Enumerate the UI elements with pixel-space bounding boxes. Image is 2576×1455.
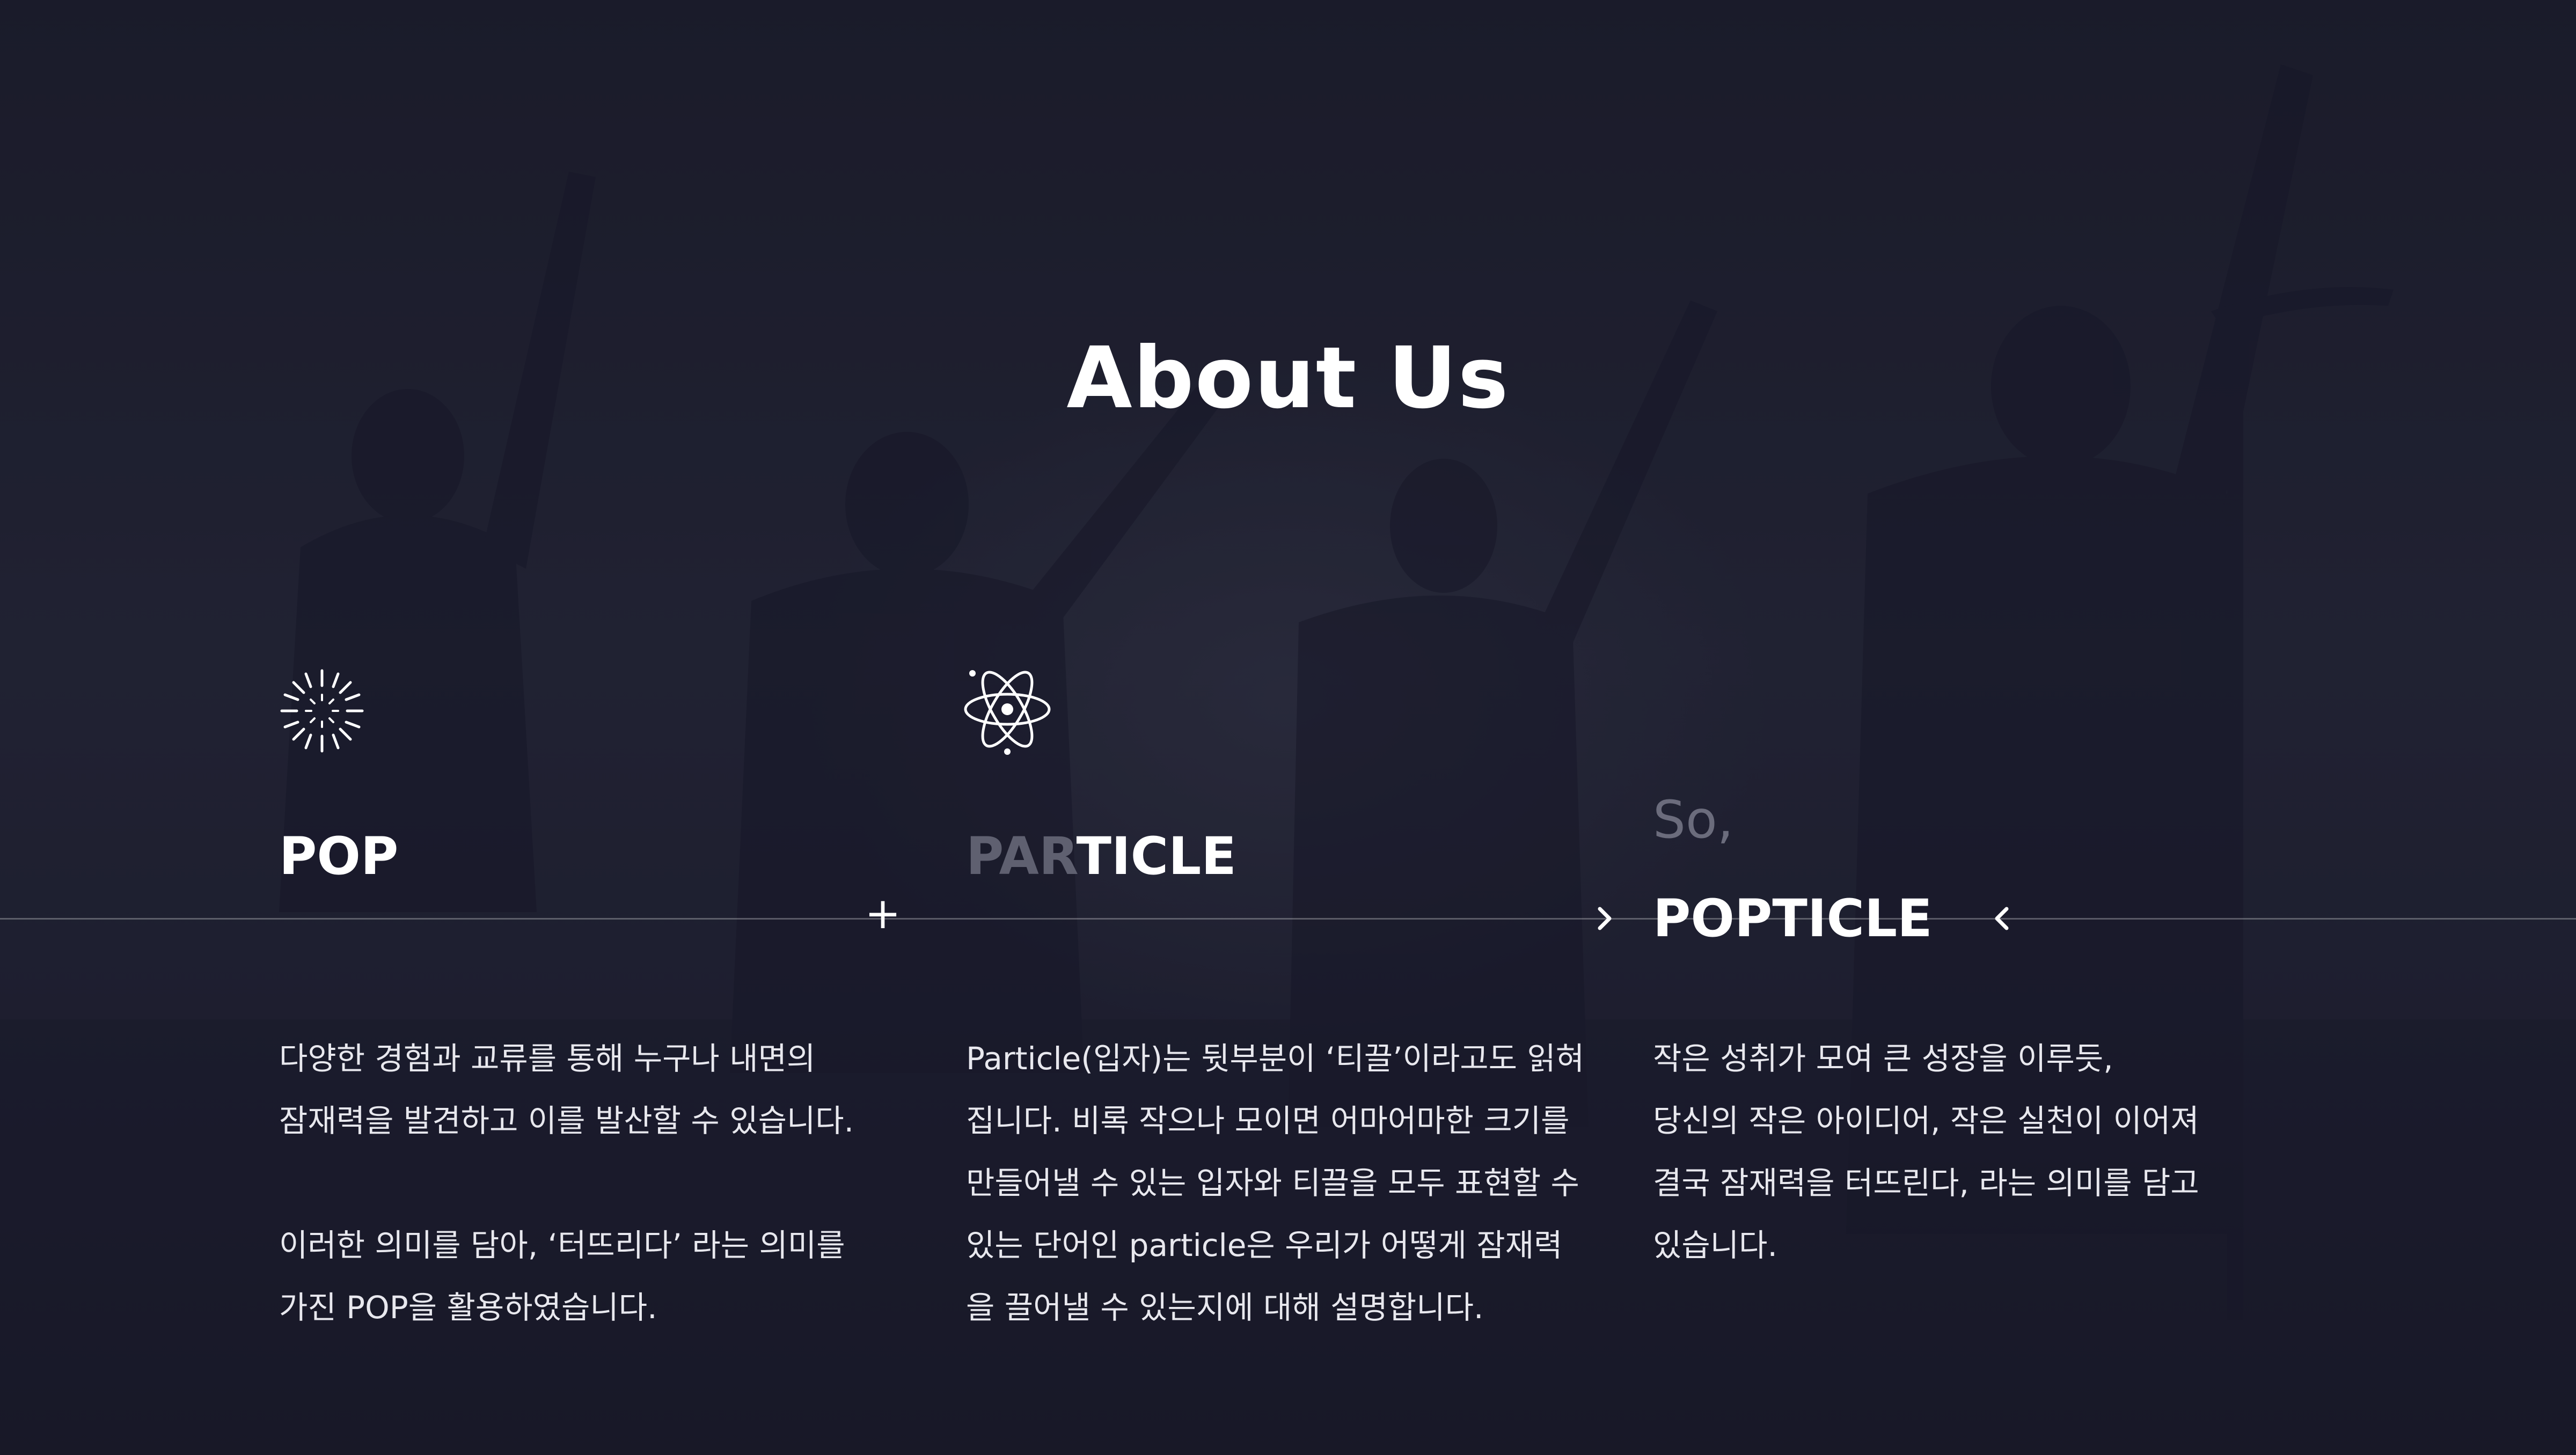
particle-heading: PARTICLE: [966, 831, 1236, 882]
popticle-line: 작은 성취가 모여 큰 성장을 이루듯,: [1653, 1040, 2113, 1077]
popticle-line: 결국 잠재력을 터뜨린다, 라는 의미를 담고: [1653, 1165, 2199, 1201]
popticle-line: 당신의 작은 아이디어, 작은 실천이 이어져: [1653, 1103, 2199, 1139]
particle-description: Particle(입자)는 뒷부분이 ‘티끌’이라고도 읽혀 집니다. 비록 작…: [966, 1027, 1584, 1339]
page-title: About Us: [1066, 328, 1510, 428]
pop-heading: POP: [279, 826, 399, 886]
pop-line: 이러한 의미를 담아, ‘터뜨리다’ 라는 의미를: [279, 1227, 845, 1263]
popticle-heading: POPTICLE: [1653, 888, 1933, 949]
firework-burst-icon: [280, 669, 364, 753]
particle-heading-bright: TICLE: [1076, 826, 1236, 886]
pop-line: 다양한 경험과 교류를 통해 누구나 내면의: [279, 1040, 816, 1077]
particle-line: 만들어낼 수 있는 입자와 티끌을 모두 표현할 수: [966, 1165, 1579, 1201]
pop-description: 다양한 경험과 교류를 통해 누구나 내면의 잠재력을 발견하고 이를 발산할 …: [279, 1027, 854, 1339]
chevron-left-icon: [1995, 907, 2009, 930]
timeline-divider: [0, 918, 2576, 920]
pop-line: 잠재력을 발견하고 이를 발산할 수 있습니다.: [279, 1103, 854, 1139]
particle-line: 집니다. 비록 작으나 모이면 어마어마한 크기를: [966, 1103, 1570, 1139]
particle-line: Particle(입자)는 뒷부분이 ‘티끌’이라고도 읽혀: [966, 1040, 1585, 1077]
particle-line: 있는 단어인 particle은 우리가 어떻게 잠재력: [966, 1227, 1563, 1263]
so-prefix: So,: [1653, 790, 1734, 850]
atom-icon: [964, 670, 1051, 755]
chevron-right-icon: [1598, 907, 1612, 930]
particle-line: 을 끌어낼 수 있는지에 대해 설명합니다.: [966, 1289, 1484, 1326]
popticle-description: 작은 성취가 모여 큰 성장을 이루듯, 당신의 작은 아이디어, 작은 실천이…: [1653, 1027, 2199, 1276]
plus-connector: +: [865, 888, 901, 938]
particle-heading-dim: PAR: [966, 826, 1077, 886]
popticle-line: 있습니다.: [1653, 1227, 1777, 1263]
pop-line: 가진 POP을 활용하였습니다.: [279, 1289, 657, 1326]
